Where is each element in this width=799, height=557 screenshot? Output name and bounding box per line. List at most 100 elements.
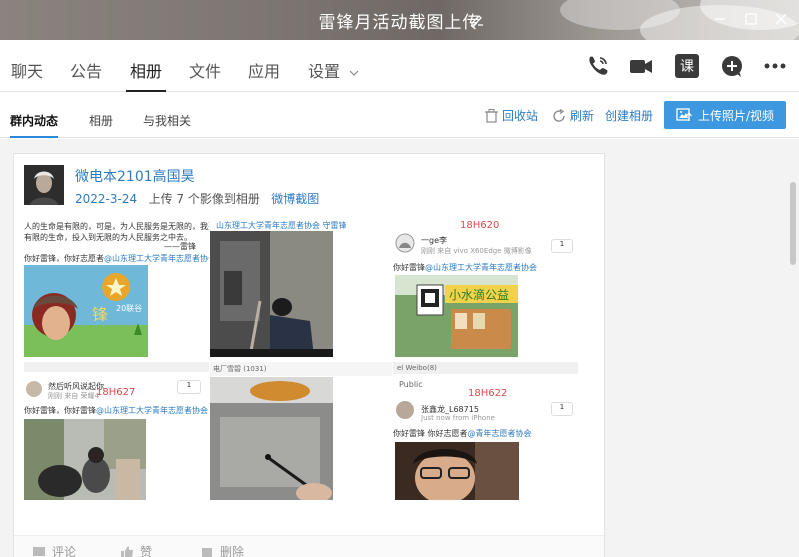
photo-3-greet-text: 你好雷锋	[393, 263, 425, 272]
tab-apps[interactable]: 应用	[248, 58, 280, 92]
main-nav: 聊天 公告 相册 文件 应用 设置 课	[0, 40, 799, 92]
upload-label: 上传照片/视频	[697, 108, 775, 123]
comment-icon	[33, 546, 45, 556]
photo-5-header: 电厂雪碧 (1031)	[213, 365, 267, 373]
recycle-bin-button[interactable]: 回收站	[485, 107, 538, 124]
subtab-group-feed[interactable]: 群内动态	[10, 112, 59, 138]
close-icon	[775, 13, 787, 25]
photo-4-greet: 你好雷锋，你好雷锋@山东理工大学青年志愿者协会	[24, 405, 208, 416]
photo-6-public: Public	[399, 380, 423, 389]
photo-1-line1: 人的生命是有限的，可是，为人民服务是无限的，我要	[24, 222, 209, 231]
photo-2-image	[210, 231, 333, 357]
trash-icon	[485, 108, 498, 123]
comment-label: 评论	[52, 545, 77, 557]
window-title: 雷锋月活动截图上传	[318, 13, 481, 33]
recycle-bin-label: 回收站	[502, 109, 539, 123]
photo-thumbnail-5[interactable]: 电厂雪碧 (1031)	[210, 362, 392, 500]
photo-6-avatar	[396, 401, 414, 419]
photo-6-sub: Just now from iPhone	[421, 414, 495, 422]
like-button[interactable]: 赞	[120, 543, 152, 557]
photo-4-count: 1	[177, 380, 201, 394]
photo-thumbnail-2[interactable]: 山东理工大学青年志愿者协会 守雷锋	[210, 219, 392, 357]
minimize-icon	[715, 18, 725, 20]
maximize-button[interactable]	[740, 8, 762, 30]
photo-3-user: 一ge李	[421, 236, 447, 245]
photo-4-avatar	[26, 381, 42, 397]
photo-6-mention: @青年志愿者协会	[467, 429, 532, 438]
edit-title-icon[interactable]	[470, 12, 484, 26]
title-bar: 雷锋月活动截图上传	[0, 0, 799, 40]
trash-icon	[202, 547, 212, 557]
post-action-text: 上传 7 个影像到相册	[148, 192, 260, 206]
photo-6-topbar: el Weibo(8)	[397, 364, 437, 372]
chevron-down-icon	[349, 70, 359, 76]
tab-settings[interactable]: 设置	[308, 58, 359, 92]
more-icon[interactable]	[763, 53, 789, 79]
minimize-button[interactable]	[709, 8, 731, 30]
photo-6-tag: 18H622	[468, 388, 508, 399]
add-app-icon[interactable]	[719, 53, 745, 79]
refresh-button[interactable]: 刷新	[552, 107, 594, 124]
tab-chat[interactable]: 聊天	[11, 58, 43, 92]
photo-3-avatar	[395, 233, 415, 253]
photo-4-sub: 刚刚 来自 荣耀4	[48, 392, 99, 400]
photo-3-image: 小水滴公益	[395, 275, 518, 357]
photo-3-mention: @山东理工大学青年志愿者协会	[425, 263, 537, 272]
comment-button[interactable]: 评论	[32, 543, 76, 557]
refresh-label: 刷新	[570, 109, 595, 123]
upload-photo-video-button[interactable]: 上传照片/视频	[664, 101, 786, 129]
post-footer: 评论 赞 删除	[14, 535, 604, 557]
subtab-related-to-me[interactable]: 与我相关	[143, 112, 191, 138]
photo-1-mention: @山东理工大学青年志愿者协会	[104, 254, 209, 263]
photo-3-greet: 你好雷锋@山东理工大学青年志愿者协会	[393, 262, 537, 273]
photo-6-greet: 你好雷锋 你好志愿者@青年志愿者协会	[393, 428, 532, 439]
photo-thumbnail-1[interactable]: 人的生命是有限的，可是，为人民服务是无限的，我要 有限的生命，投入到无限的为人民…	[24, 219, 209, 357]
tab-announcement[interactable]: 公告	[70, 58, 102, 92]
photo-thumbnail-4[interactable]: 然后听风说起你 刚刚 来自 荣耀4 18H627 1 你好雷锋，你好雷锋@山东理…	[24, 362, 209, 500]
svg-text:锋: 锋	[92, 305, 108, 324]
post-meta: 2022-3-24 上传 7 个影像到相册 微博截图	[75, 190, 319, 207]
photo-3-count: 1	[551, 239, 573, 253]
close-button[interactable]	[770, 8, 792, 30]
post-author[interactable]: 微电本2101高国昊	[75, 166, 195, 186]
subtab-albums[interactable]: 相册	[89, 112, 113, 138]
photo-1-badge: 20联谷	[116, 304, 143, 313]
create-album-button[interactable]: 创建相册	[605, 107, 653, 124]
post-date: 2022-3-24	[75, 192, 138, 206]
like-label: 赞	[140, 545, 153, 557]
photo-4-image	[24, 419, 146, 500]
scrollbar-thumb[interactable]	[790, 182, 796, 265]
photo-6-greet-text: 你好雷锋 你好志愿者	[393, 429, 468, 438]
photo-thumbnail-6[interactable]: el Weibo(8) Public 18H622 张鑫龙_L68715 Jus…	[393, 362, 578, 500]
video-call-icon[interactable]	[628, 53, 654, 79]
class-icon[interactable]: 课	[675, 54, 699, 78]
photo-5-image	[210, 377, 333, 500]
photo-2-header: 山东理工大学青年志愿者协会 守雷锋	[216, 221, 347, 230]
post-album-link[interactable]: 微博截图	[271, 192, 319, 206]
tab-album[interactable]: 相册	[126, 58, 166, 92]
photo-4-greet-text: 你好雷锋，你好雷锋	[24, 406, 96, 415]
photo-3-tag: 18H620	[460, 220, 500, 231]
upload-image-icon	[676, 108, 692, 121]
delete-button[interactable]: 删除	[200, 543, 244, 557]
avatar[interactable]	[24, 165, 64, 205]
photo-1-greet: 你好雷锋，你好志愿者@山东理工大学青年志愿者协会	[24, 253, 209, 264]
photo-6-count: 1	[551, 402, 573, 416]
tab-files[interactable]: 文件	[189, 58, 221, 92]
photo-1-line3: ——雷锋	[164, 242, 196, 251]
refresh-icon	[553, 108, 565, 122]
photo-4-mention: @山东理工大学青年志愿者协会	[96, 406, 208, 415]
delete-label: 删除	[220, 545, 245, 557]
photo-4-tag: 18H627	[96, 387, 136, 398]
photo-4-topbar	[24, 362, 209, 372]
maximize-icon	[745, 13, 757, 25]
photo-6-image	[395, 442, 519, 500]
photo-thumbnail-3[interactable]: 18H620 一ge李 刚刚 来自 vivo X60Edge 微博影像 1 你好…	[393, 219, 578, 357]
svg-text:小水滴公益: 小水滴公益	[449, 287, 509, 302]
photo-3-device: 刚刚 来自 vivo X60Edge 微博影像	[421, 247, 532, 255]
thumbs-up-icon	[121, 545, 133, 557]
avatar-image	[24, 165, 64, 205]
phone-call-icon[interactable]	[585, 53, 611, 79]
photo-1-greet-text: 你好雷锋，你好志愿者	[24, 254, 104, 263]
tab-settings-label: 设置	[308, 62, 341, 81]
